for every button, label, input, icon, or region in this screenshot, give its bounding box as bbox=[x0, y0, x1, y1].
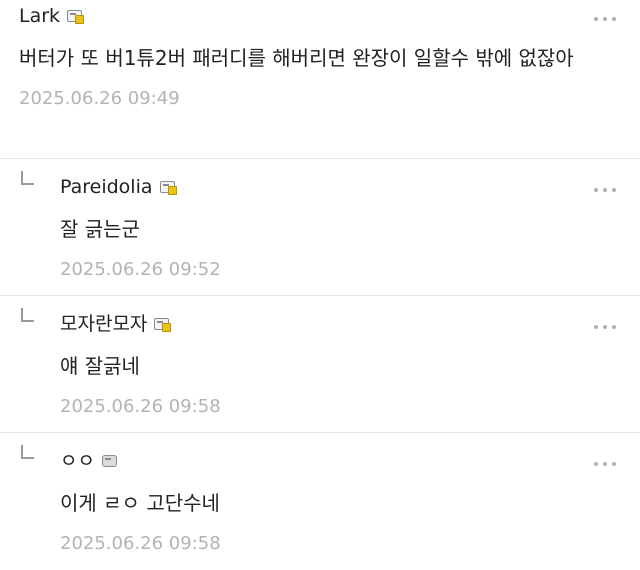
member-badge-icon bbox=[154, 318, 172, 332]
comment-list: Lark 버터가 또 버1튜2버 패러디를 해버리면 완장이 일할수 밖에 없잖… bbox=[0, 0, 640, 570]
comment-author[interactable]: ㅇㅇ bbox=[60, 449, 95, 473]
reply-item: Pareidolia 잘 긁는군 2025.06.26 09:52 bbox=[0, 159, 640, 296]
reply-item: 모자란모자 얘 잘긁네 2025.06.26 09:58 bbox=[0, 296, 640, 433]
comment-header: 모자란모자 bbox=[60, 312, 640, 336]
reply-arrow-icon bbox=[21, 308, 34, 322]
reply-arrow-icon bbox=[21, 445, 34, 459]
more-options-icon[interactable] bbox=[594, 17, 616, 21]
comment-timestamp: 2025.06.26 09:52 bbox=[60, 259, 221, 280]
comment-header: ㅇㅇ bbox=[60, 449, 640, 473]
more-options-icon[interactable] bbox=[594, 325, 616, 329]
comment-header: Pareidolia bbox=[60, 175, 640, 199]
comment-author[interactable]: 모자란모자 bbox=[60, 312, 147, 336]
comment-author[interactable]: Pareidolia bbox=[60, 175, 153, 199]
comment-text: 이게 ㄹㅇ 고단수네 bbox=[60, 491, 220, 515]
member-badge-icon bbox=[67, 10, 85, 24]
reply-item: ㅇㅇ 이게 ㄹㅇ 고단수네 2025.06.26 09:58 bbox=[0, 433, 640, 570]
comment-text: 얘 잘긁네 bbox=[60, 354, 140, 378]
comment-item: Lark 버터가 또 버1튜2버 패러디를 해버리면 완장이 일할수 밖에 없잖… bbox=[0, 0, 640, 159]
member-badge-icon bbox=[159, 181, 177, 195]
comment-timestamp: 2025.06.26 09:58 bbox=[60, 396, 221, 417]
comment-header: Lark bbox=[19, 4, 640, 28]
comment-text: 잘 긁는군 bbox=[60, 217, 140, 241]
comment-timestamp: 2025.06.26 09:49 bbox=[19, 88, 180, 109]
more-options-icon[interactable] bbox=[594, 462, 616, 466]
comment-timestamp: 2025.06.26 09:58 bbox=[60, 533, 221, 554]
comment-author[interactable]: Lark bbox=[19, 4, 60, 28]
guest-badge-icon bbox=[101, 455, 117, 467]
reply-arrow-icon bbox=[21, 171, 34, 185]
comment-text: 버터가 또 버1튜2버 패러디를 해버리면 완장이 일할수 밖에 없잖아 bbox=[19, 46, 574, 70]
more-options-icon[interactable] bbox=[594, 188, 616, 192]
